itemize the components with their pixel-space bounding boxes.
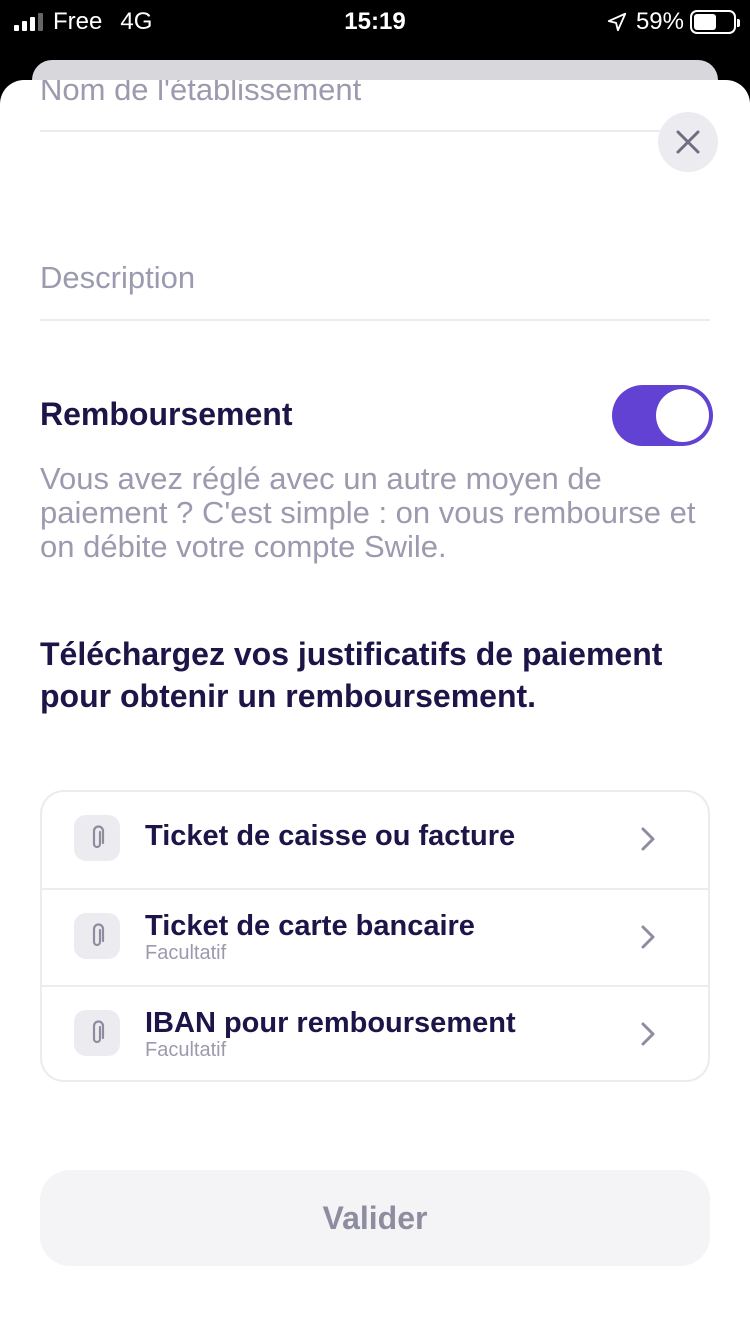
document-item-iban[interactable]: IBAN pour remboursement Facultatif: [42, 985, 708, 1081]
chevron-right-icon: [641, 1022, 655, 1046]
reimbursement-description: Vous avez réglé avec un autre moyen de p…: [40, 461, 696, 564]
battery-percent: 59%: [635, 8, 684, 35]
reimbursement-title: Remboursement: [40, 396, 293, 432]
establishment-name-field[interactable]: Nom de l'établissement: [40, 80, 710, 132]
close-button[interactable]: [658, 112, 718, 172]
status-bar: Free 4G 15:19 59%: [0, 0, 750, 44]
document-label: IBAN pour remboursement: [145, 1007, 516, 1039]
paperclip-icon: [74, 815, 120, 861]
reimbursement-toggle[interactable]: [612, 385, 713, 446]
close-icon: [676, 130, 700, 154]
expense-sheet: Nom de l'établissement Description Rembo…: [0, 80, 750, 1334]
document-item-receipt[interactable]: Ticket de caisse ou facture: [42, 792, 708, 888]
chevron-right-icon: [641, 925, 655, 949]
battery-fill: [694, 14, 717, 30]
chevron-right-icon: [641, 827, 655, 851]
location-arrow-icon: [607, 12, 627, 32]
submit-button[interactable]: Valider: [40, 1170, 710, 1266]
document-list: Ticket de caisse ou facture Ticket de ca…: [40, 790, 710, 1082]
paperclip-icon: [74, 1010, 120, 1056]
document-item-card-ticket[interactable]: Ticket de carte bancaire Facultatif: [42, 888, 708, 984]
optional-label: Facultatif: [145, 1039, 227, 1061]
status-right: 59%: [606, 8, 740, 36]
establishment-name-placeholder: Nom de l'établissement: [40, 80, 362, 107]
document-label: Ticket de caisse ou facture: [145, 820, 516, 852]
description-field[interactable]: Description: [40, 260, 710, 321]
optional-label: Facultatif: [145, 942, 227, 964]
document-label: Ticket de carte bancaire: [145, 910, 475, 942]
battery-icon: [690, 10, 740, 34]
toggle-knob: [656, 389, 709, 442]
upload-instructions: Téléchargez vos justificatifs de paiemen…: [40, 636, 663, 714]
description-placeholder: Description: [40, 260, 196, 295]
paperclip-icon: [74, 913, 120, 959]
